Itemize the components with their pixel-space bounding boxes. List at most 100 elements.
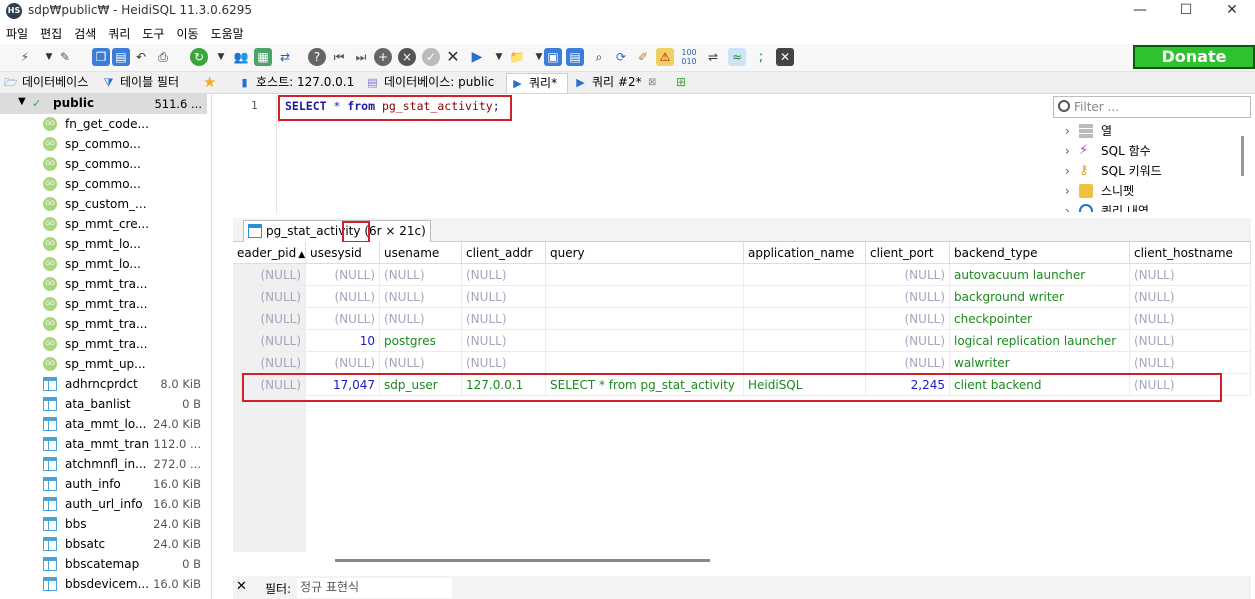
tree-item-table[interactable]: atchmnfl_in... 272.0 ... bbox=[0, 454, 207, 474]
grid-cell[interactable]: (NULL) bbox=[1130, 286, 1251, 308]
grid-cell[interactable]: (NULL) bbox=[306, 286, 380, 308]
helper-item-snippets[interactable]: › 스니펫 bbox=[1053, 181, 1238, 201]
semicolon-icon[interactable]: ; bbox=[752, 48, 770, 66]
copy-icon[interactable]: ❐ bbox=[92, 48, 110, 66]
column-header[interactable]: application_name bbox=[744, 242, 866, 264]
sort-ascending-icon[interactable]: ▲ bbox=[298, 250, 305, 260]
menu-edit[interactable]: 편집 bbox=[34, 22, 68, 42]
grid-cell[interactable]: autovacuum launcher bbox=[950, 264, 1130, 286]
replace-icon[interactable]: ⟳ bbox=[612, 48, 630, 66]
refresh-dropdown-icon[interactable]: ▼ bbox=[212, 48, 230, 66]
tree-item-function[interactable]: GO sp_commo... bbox=[0, 174, 207, 194]
grid-cell[interactable] bbox=[546, 286, 744, 308]
grid-cell[interactable]: walwriter bbox=[950, 352, 1130, 374]
tab-query[interactable]: ▶ 쿼리* bbox=[506, 73, 568, 93]
run-dropdown-icon[interactable]: ▼ bbox=[490, 48, 508, 66]
undo-icon[interactable]: ↶ bbox=[132, 48, 150, 66]
grid-cell[interactable]: (NULL) bbox=[866, 308, 950, 330]
tree-item-table[interactable]: bbs 24.0 KiB bbox=[0, 514, 207, 534]
tab-host[interactable]: ▮ 호스트: 127.0.0.1 bbox=[234, 73, 360, 93]
donate-button[interactable]: Donate bbox=[1133, 45, 1255, 69]
tree-item-table[interactable]: bbsdevicem... 16.0 KiB bbox=[0, 574, 207, 594]
tree-item-function[interactable]: GO sp_commo... bbox=[0, 134, 207, 154]
connect-plug-icon[interactable]: ⚡ bbox=[16, 48, 34, 66]
column-header[interactable]: backend_type bbox=[950, 242, 1130, 264]
export-icon[interactable]: ▦ bbox=[254, 48, 272, 66]
close-icon[interactable]: ✕ bbox=[1209, 0, 1255, 22]
grid-cell[interactable] bbox=[744, 264, 866, 286]
tree-item-function[interactable]: GO sp_commo... bbox=[0, 154, 207, 174]
tree-item-table[interactable]: auth_url_info 16.0 KiB bbox=[0, 494, 207, 514]
tree-item-function[interactable]: GO sp_mmt_lo... bbox=[0, 234, 207, 254]
print-icon[interactable]: ⎙ bbox=[154, 48, 172, 66]
column-header[interactable]: usename bbox=[380, 242, 462, 264]
grid-cell[interactable]: (NULL) bbox=[380, 264, 462, 286]
grid-cell[interactable] bbox=[744, 286, 866, 308]
maximize-icon[interactable]: ☐ bbox=[1163, 0, 1209, 22]
grid-cell[interactable] bbox=[744, 352, 866, 374]
grid-cell[interactable]: (NULL) bbox=[233, 264, 306, 286]
grid-cell[interactable]: (NULL) bbox=[306, 264, 380, 286]
tree-root-public[interactable]: ▼ ✓ public 511.6 ... bbox=[0, 94, 207, 114]
open-folder-icon[interactable]: 📁 bbox=[508, 48, 526, 66]
filter-regex-input[interactable]: 정규 표현식 bbox=[297, 578, 452, 598]
refresh-icon[interactable]: ↻ bbox=[190, 48, 208, 66]
tree-item-function[interactable]: GO sp_mmt_cre... bbox=[0, 214, 207, 234]
grid-cell[interactable]: (NULL) bbox=[1130, 308, 1251, 330]
column-header[interactable]: query bbox=[546, 242, 744, 264]
tree-item-function[interactable]: GO fn_get_code... bbox=[0, 114, 207, 134]
last-record-icon[interactable]: ⏭ bbox=[352, 48, 370, 66]
run-query-icon[interactable]: ▶ bbox=[468, 48, 486, 66]
grid-cell[interactable]: (NULL) bbox=[233, 330, 306, 352]
user-manager-icon[interactable]: 👥 bbox=[232, 48, 250, 66]
grid-cell[interactable]: 10 bbox=[306, 330, 380, 352]
grid-cell[interactable] bbox=[546, 330, 744, 352]
tab-database-tree[interactable]: 🗁 데이터베이스 bbox=[0, 73, 96, 93]
insert-row-icon[interactable]: + bbox=[374, 48, 392, 66]
post-icon[interactable]: ✓ bbox=[422, 48, 440, 66]
grid-cell[interactable]: (NULL) bbox=[380, 286, 462, 308]
tree-item-table[interactable]: bbscatemap 0 B bbox=[0, 554, 207, 574]
grid-cell[interactable] bbox=[546, 264, 744, 286]
tree-item-function[interactable]: GO sp_custom_... bbox=[0, 194, 207, 214]
menu-help[interactable]: 도움말 bbox=[205, 22, 250, 42]
warning-icon[interactable]: ⚠ bbox=[656, 48, 674, 66]
tree-item-function[interactable]: GO sp_mmt_tra... bbox=[0, 294, 207, 314]
grid-cell[interactable]: (NULL) bbox=[462, 264, 546, 286]
format-sql-icon[interactable]: ✐ bbox=[634, 48, 652, 66]
tab-database[interactable]: ▤ 데이터베이스: public bbox=[362, 73, 504, 93]
tree-item-table[interactable]: ata_mmt_lo... 24.0 KiB bbox=[0, 414, 207, 434]
helper-item-query-history[interactable]: › 쿼리 내역 bbox=[1053, 201, 1238, 212]
grid-cell[interactable]: (NULL) bbox=[233, 352, 306, 374]
paste-icon[interactable]: ▤ bbox=[112, 48, 130, 66]
grid-cell[interactable]: (NULL) bbox=[1130, 264, 1251, 286]
grid-cell[interactable]: (NULL) bbox=[866, 264, 950, 286]
menu-query[interactable]: 쿼리 bbox=[102, 22, 136, 42]
chevron-right-icon[interactable]: › bbox=[1065, 181, 1070, 201]
grid-cell[interactable]: (NULL) bbox=[380, 308, 462, 330]
grid-cell[interactable]: (NULL) bbox=[1130, 330, 1251, 352]
column-header[interactable]: usesysid bbox=[306, 242, 380, 264]
column-header[interactable]: eader_pid ▲ bbox=[233, 242, 306, 264]
disconnect-icon[interactable]: ✎ bbox=[56, 48, 74, 66]
tree-item-table[interactable]: auth_info 16.0 KiB bbox=[0, 474, 207, 494]
grid-cell[interactable]: (NULL) bbox=[1130, 352, 1251, 374]
save-as-icon[interactable]: ▤ bbox=[566, 48, 584, 66]
helper-item-sql-keywords[interactable]: › ⚷ SQL 키워드 bbox=[1053, 161, 1238, 181]
binary-icon[interactable]: 100 010 bbox=[680, 48, 698, 66]
column-header[interactable]: client_port bbox=[866, 242, 950, 264]
grid-cell[interactable] bbox=[744, 308, 866, 330]
sql-editor[interactable]: 1 SELECT * from pg_stat_activity; bbox=[233, 94, 1049, 214]
grid-cell[interactable]: postgres bbox=[380, 330, 462, 352]
menu-search[interactable]: 검색 bbox=[68, 22, 102, 42]
helper-item-columns[interactable]: › 열 bbox=[1053, 121, 1238, 141]
grid-cell[interactable] bbox=[546, 352, 744, 374]
helper-item-sql-functions[interactable]: › ⚡ SQL 함수 bbox=[1053, 141, 1238, 161]
grid-cell[interactable]: (NULL) bbox=[462, 352, 546, 374]
chevron-right-icon[interactable]: › bbox=[1065, 161, 1070, 181]
chevron-right-icon[interactable]: › bbox=[1065, 141, 1070, 161]
close-tab-icon[interactable]: ✕ bbox=[776, 48, 794, 66]
chevron-right-icon[interactable]: › bbox=[1065, 201, 1070, 212]
find-icon[interactable]: ⌕ bbox=[590, 48, 608, 66]
grid-cell[interactable]: (NULL) bbox=[306, 352, 380, 374]
